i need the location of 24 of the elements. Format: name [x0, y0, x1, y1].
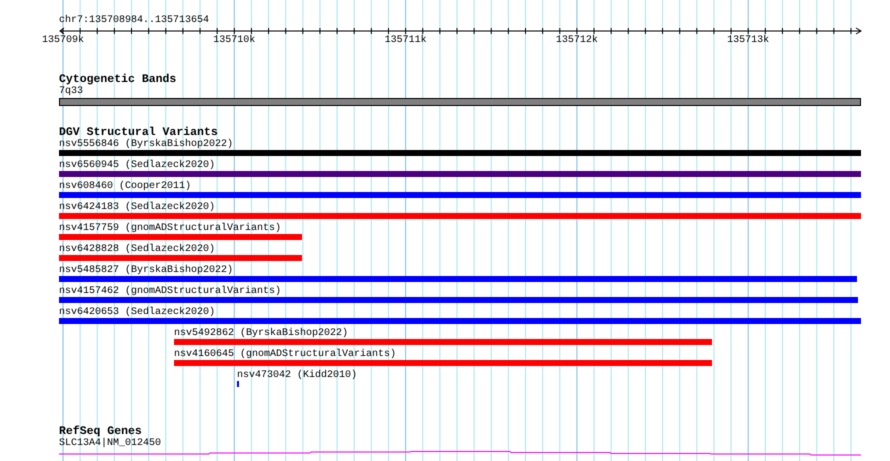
- axis-tick-label: 135712k: [556, 35, 598, 46]
- axis-tick-label: 135709k: [42, 35, 84, 46]
- axis-tick-label: 135713k: [727, 35, 770, 46]
- variant-label[interactable]: nsv6420653 (Sedlazeck2020): [59, 307, 216, 318]
- variant-label[interactable]: nsv6560945 (Sedlazeck2020): [59, 160, 216, 171]
- variant-label[interactable]: nsv6428828 (Sedlazeck2020): [59, 244, 216, 255]
- variant-label[interactable]: nsv4157759 (gnomADStructuralVariants): [59, 223, 282, 234]
- variant-label[interactable]: nsv5492862 (ByrskaBishop2022): [174, 328, 348, 339]
- axis-tick-label: 135710k: [213, 35, 256, 46]
- track-title: Cytogenetic Bands: [59, 73, 176, 86]
- variant-label[interactable]: nsv6424183 (Sedlazeck2020): [59, 202, 216, 213]
- variant-label[interactable]: nsv5556846 (ByrskaBishop2022): [59, 139, 234, 150]
- track-title: RefSeq Genes: [59, 425, 142, 438]
- axis-tick-label: 135711k: [384, 35, 427, 46]
- variant-label[interactable]: nsv4160645 (gnomADStructuralVariants): [174, 349, 396, 360]
- variant-label[interactable]: nsv473042 (Kidd2010): [237, 370, 358, 381]
- gene-label[interactable]: SLC13A4|NM_012450: [59, 438, 162, 449]
- track-title: DGV Structural Variants: [59, 126, 218, 139]
- location-label: chr7:135708984..135713654: [59, 15, 210, 26]
- band-label: 7q33: [59, 86, 84, 97]
- variant-bar[interactable]: [237, 381, 240, 387]
- variant-label[interactable]: nsv5485827 (ByrskaBishop2022): [59, 265, 234, 276]
- variant-label[interactable]: nsv4157462 (gnomADStructuralVariants): [59, 286, 282, 297]
- variant-label[interactable]: nsv608460 (Cooper2011): [59, 181, 192, 192]
